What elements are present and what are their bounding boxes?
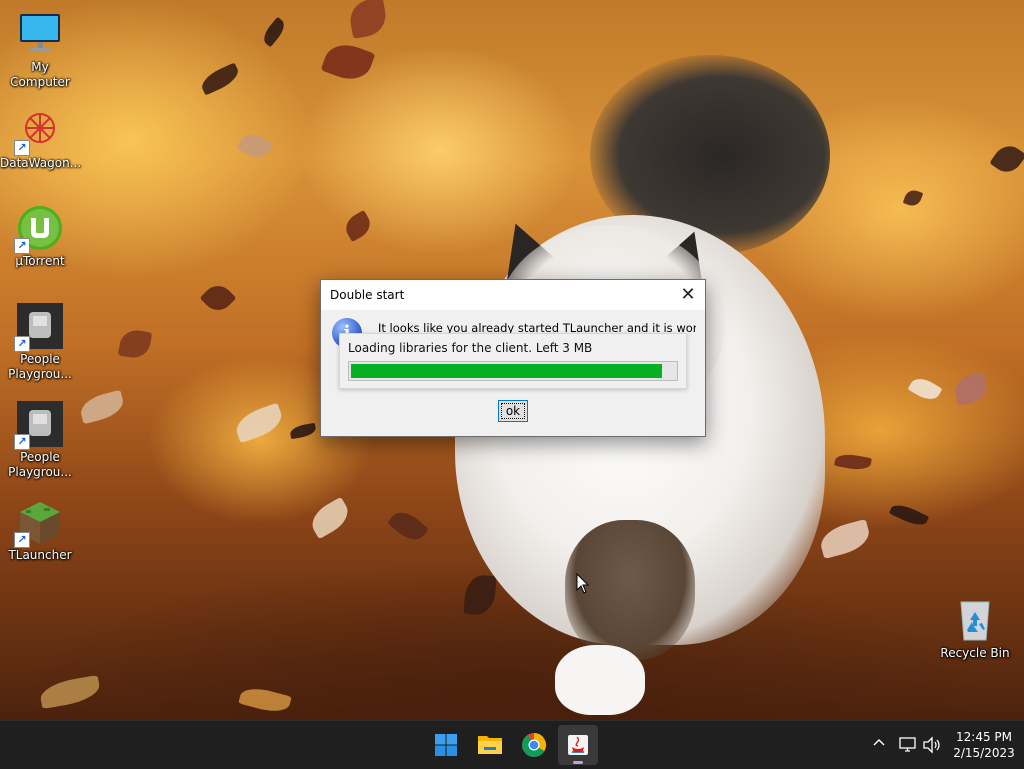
datawagon-icon: ↗ xyxy=(14,106,64,156)
desktop-icon-label: People Playgrou... xyxy=(8,352,72,381)
people-playground-icon: ↗ xyxy=(14,302,64,352)
desktop-icon-recycle-bin[interactable]: Recycle Bin xyxy=(935,596,1015,661)
dialog-title: Double start xyxy=(330,288,405,302)
taskbar-chrome-button[interactable] xyxy=(514,725,554,765)
desktop-icon-tlauncher[interactable]: ↗ TLauncher xyxy=(0,498,80,563)
desktop-icon-datawagon[interactable]: ↗ DataWagon... xyxy=(0,106,82,171)
show-hidden-icons-button[interactable] xyxy=(872,735,886,751)
leaf xyxy=(259,16,289,48)
clock-time: 12:45 PM xyxy=(956,730,1012,744)
leaf xyxy=(902,187,924,209)
desktop-icon-utorrent[interactable]: ↗ µTorrent xyxy=(0,204,80,269)
monitor-icon xyxy=(16,10,64,58)
clock-date: 2/15/2023 xyxy=(953,746,1015,760)
leaf xyxy=(199,279,237,317)
windows-start-icon xyxy=(435,734,457,756)
leaf xyxy=(989,140,1024,178)
chrome-icon xyxy=(522,733,547,758)
desktop-icon-people-playground-2[interactable]: ↗ People Playgrou... xyxy=(0,400,80,480)
active-app-indicator xyxy=(573,761,583,764)
shortcut-arrow-icon: ↗ xyxy=(14,238,30,254)
leaf xyxy=(952,372,990,406)
desktop-icon-label: People Playgrou... xyxy=(8,450,72,479)
leaf xyxy=(289,422,317,440)
leaf xyxy=(888,500,930,530)
leaf xyxy=(817,519,873,559)
double-start-dialog: Double start ✕ i It looks like you alrea… xyxy=(320,279,706,437)
leaf xyxy=(117,327,153,361)
leaf xyxy=(238,683,292,717)
progress-bar xyxy=(348,361,678,381)
leaf xyxy=(77,389,127,425)
utorrent-icon: ↗ xyxy=(14,204,64,254)
leaf xyxy=(387,506,429,546)
desktop-icon-label: TLauncher xyxy=(8,548,72,562)
shortcut-arrow-icon: ↗ xyxy=(14,532,30,548)
close-button[interactable]: ✕ xyxy=(677,284,699,306)
desktop-icon-label: DataWagon... xyxy=(0,156,82,170)
ok-button[interactable]: ok xyxy=(498,400,528,422)
shortcut-arrow-icon: ↗ xyxy=(14,140,30,156)
mouse-cursor-icon xyxy=(576,573,590,594)
people-playground-icon: ↗ xyxy=(14,400,64,450)
desktop-icon-my-computer[interactable]: My Computer xyxy=(0,10,80,90)
dialog-titlebar[interactable]: Double start ✕ xyxy=(321,280,705,310)
leaf xyxy=(347,0,389,39)
desktop-icon-label: Recycle Bin xyxy=(940,646,1010,660)
clock[interactable]: 12:45 PM 2/15/2023 xyxy=(948,729,1020,761)
leaf xyxy=(834,451,872,473)
leaf xyxy=(907,373,943,405)
tlauncher-icon: ↗ xyxy=(14,498,64,548)
progress-bar-fill xyxy=(351,364,662,378)
chevron-up-icon xyxy=(873,739,885,746)
desktop-icon-label: µTorrent xyxy=(15,254,65,268)
taskbar: 12:45 PM 2/15/2023 xyxy=(0,720,1024,769)
progress-panel: Loading libraries for the client. Left 3… xyxy=(339,333,687,389)
close-icon: ✕ xyxy=(680,284,696,305)
shortcut-arrow-icon: ↗ xyxy=(14,434,30,450)
shortcut-arrow-icon: ↗ xyxy=(14,336,30,352)
taskbar-java-button[interactable] xyxy=(558,725,598,765)
progress-label: Loading libraries for the client. Left 3… xyxy=(348,341,593,355)
leaf xyxy=(236,128,274,164)
leaf xyxy=(463,573,497,617)
leaf xyxy=(198,62,242,96)
desktop-icon-people-playground[interactable]: ↗ People Playgrou... xyxy=(0,302,80,382)
java-icon xyxy=(568,735,588,755)
start-button[interactable] xyxy=(426,725,466,765)
volume-icon[interactable] xyxy=(922,736,942,754)
leaf xyxy=(320,38,376,86)
cat-paw xyxy=(555,645,645,715)
desktop-icon-label: My Computer xyxy=(10,60,70,89)
leaf xyxy=(38,674,102,710)
recycle-bin-icon xyxy=(951,596,999,644)
network-icon[interactable] xyxy=(898,736,918,754)
leaf xyxy=(306,496,354,540)
leaf xyxy=(232,402,286,444)
file-explorer-icon xyxy=(478,736,502,754)
taskbar-file-explorer-button[interactable] xyxy=(470,725,510,765)
leaf xyxy=(341,209,375,243)
